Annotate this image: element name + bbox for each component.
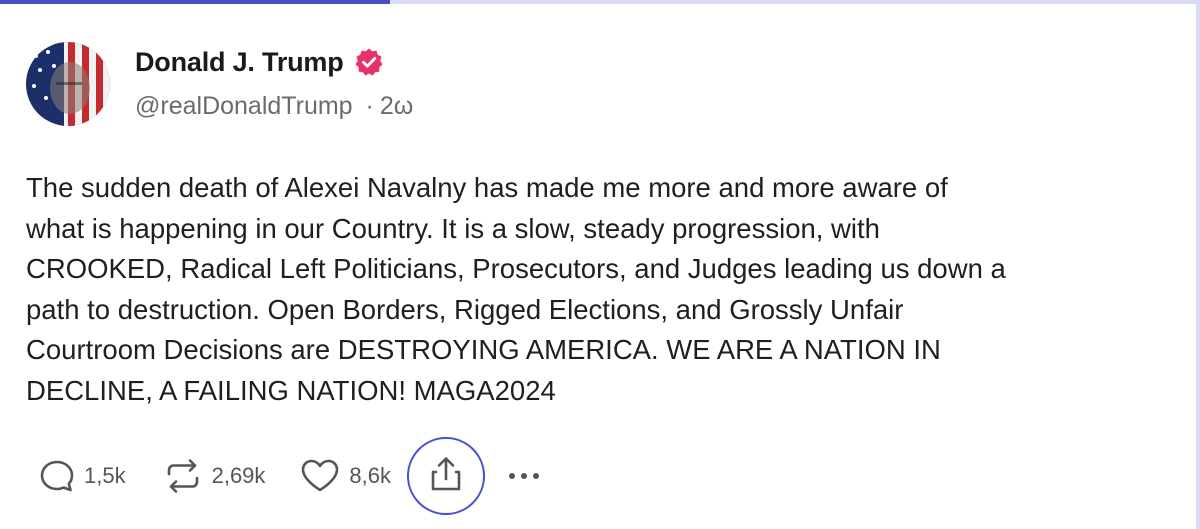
repost-count: 2,69k <box>211 463 266 488</box>
post-text: The sudden death of Alexei Navalny has m… <box>26 172 1006 406</box>
avatar-image <box>26 42 110 126</box>
more-dot <box>521 473 528 479</box>
reply-button[interactable]: 1,5k <box>38 457 126 495</box>
meta-separator: · <box>365 92 374 120</box>
reply-icon <box>38 457 76 495</box>
post-actions: 1,5k 2,69k 8,6k <box>26 434 540 518</box>
verified-badge-icon <box>354 47 384 77</box>
author-meta: @realDonaldTrump · 2ω <box>135 92 413 121</box>
loading-progress-fill <box>0 0 390 4</box>
like-count: 8,6k <box>349 463 392 488</box>
post-time[interactable]: 2ω <box>380 92 413 120</box>
loading-progress-bar <box>0 0 1200 4</box>
reply-count: 1,5k <box>84 463 126 488</box>
avatar[interactable] <box>26 42 110 126</box>
more-dot <box>533 473 540 479</box>
author-handle[interactable]: @realDonaldTrump <box>135 92 353 120</box>
repost-icon <box>162 457 204 495</box>
author-name[interactable]: Donald J. Trump <box>135 47 344 78</box>
share-button[interactable] <box>407 437 486 515</box>
author-row: Donald J. Trump <box>135 44 384 80</box>
share-icon <box>428 455 464 498</box>
heart-icon <box>299 457 341 495</box>
repost-button[interactable]: 2,69k <box>162 457 266 495</box>
like-button[interactable]: 8,6k <box>299 457 391 495</box>
more-dot <box>509 473 516 479</box>
more-button[interactable] <box>509 473 540 479</box>
right-border <box>1196 0 1200 529</box>
